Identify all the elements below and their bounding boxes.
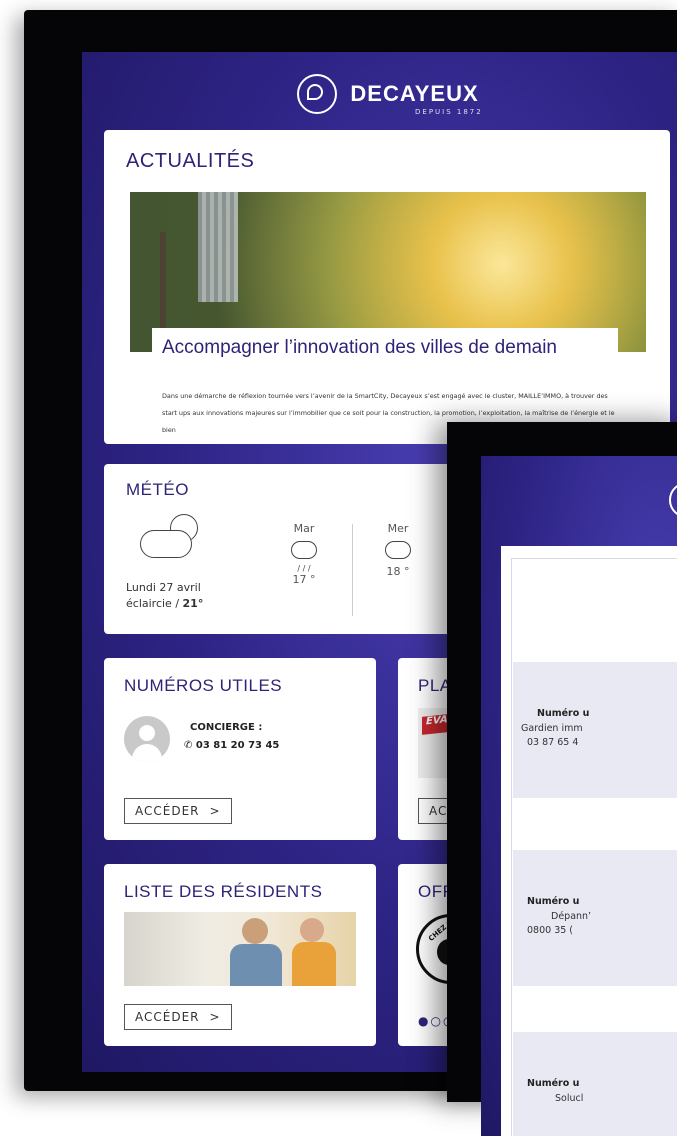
list-item[interactable]: Numéro u Solucl [513, 1032, 677, 1136]
weather-today-date: Lundi 27 avril [126, 581, 201, 594]
chevron-right-icon: > [209, 804, 221, 818]
contact-role: CONCIERGE : [190, 722, 263, 733]
list-item[interactable]: Numéro u Gardien imm 03 87 65 4 [513, 662, 677, 798]
residents-image [124, 912, 356, 986]
building-illustration [198, 192, 238, 302]
weather-divider [352, 524, 353, 616]
entry-line1: Gardien imm [521, 723, 583, 734]
entry-line2: 0800 35 ( [527, 925, 574, 936]
tablet-frame-front: Numéro u Gardien imm 03 87 65 4 Numéro u… [447, 422, 677, 1136]
entry-title: Numéro u [527, 1078, 580, 1089]
residents-title: LISTE DES RÉSIDENTS [124, 882, 323, 901]
rain-cloud-icon [291, 541, 317, 559]
phone-icon: ✆ [184, 740, 193, 751]
news-title: ACTUALITÉS [126, 150, 255, 172]
weather-today-temp: 21° [182, 597, 204, 610]
weather-title: MÉTÉO [126, 480, 189, 499]
brand-tagline: DEPUIS 1872 [415, 108, 483, 116]
useful-numbers-title: NUMÉROS UTILES [124, 676, 283, 695]
avatar [124, 716, 170, 762]
brand-logo: DECAYEUX DEPUIS 1872 [82, 74, 677, 116]
brand-mark-icon [297, 74, 338, 114]
useful-numbers-access-button[interactable]: ACCÉDER > [124, 798, 232, 824]
chevron-right-icon: > [209, 1010, 221, 1024]
news-card[interactable]: ACTUALITÉS Accompagner l’innovation des … [104, 130, 670, 444]
tablet-screen-front: Numéro u Gardien imm 03 87 65 4 Numéro u… [481, 456, 677, 1136]
rain-drops-icon: / / / [297, 564, 311, 573]
button-label: ACCÉDER [135, 1010, 200, 1024]
weather-day-name: Mar [293, 522, 315, 535]
residents-access-button[interactable]: ACCÉDER > [124, 1004, 232, 1030]
list-item[interactable]: Numéro u Dépann’ 0800 35 ( [513, 850, 677, 986]
weather-today: Lundi 27 avril éclaircie / 21° [126, 580, 203, 612]
entry-title: Numéro u [537, 708, 590, 719]
entry-line1: Solucl [555, 1093, 584, 1104]
brand-name: DECAYEUX [350, 81, 479, 106]
weather-day-temp: 17 ° [292, 573, 316, 586]
weather-day-name: Mer [387, 522, 409, 535]
useful-numbers-panel: Numéro u Gardien imm 03 87 65 4 Numéro u… [501, 546, 677, 1136]
contact-phone-row[interactable]: ✆ 03 81 20 73 45 [184, 740, 279, 751]
brand-mark-icon [669, 482, 677, 518]
contact-phone[interactable]: 03 81 20 73 45 [196, 740, 280, 751]
weather-day-wednesday: Mer 18 ° [368, 522, 428, 578]
cloud-icon [385, 541, 411, 559]
weather-day-tuesday: Mar / / / 17 ° [274, 522, 334, 586]
weather-day-temp: 18 ° [386, 565, 410, 578]
entry-title: Numéro u [527, 896, 580, 907]
weather-today-condition: éclaircie / [126, 597, 183, 610]
useful-numbers-card: NUMÉROS UTILES CONCIERGE : ✆ 03 81 20 73… [104, 658, 376, 840]
button-label: ACCÉDER [135, 804, 200, 818]
cloud-icon [140, 530, 192, 558]
news-headline[interactable]: Accompagner l’innovation des villes de d… [162, 336, 612, 360]
entry-line2: 03 87 65 4 [527, 737, 579, 748]
residents-card: LISTE DES RÉSIDENTS ACCÉDER > [104, 864, 376, 1046]
entry-line1: Dépann’ [551, 911, 592, 922]
